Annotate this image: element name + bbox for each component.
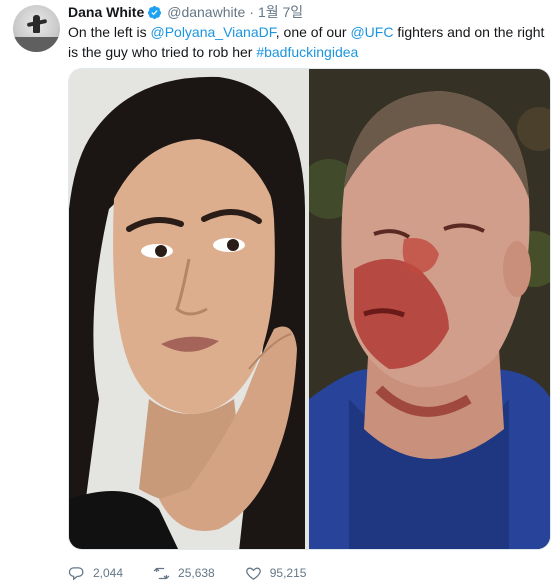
photo-fighter-illustration xyxy=(69,69,309,549)
retweet-count: 25,638 xyxy=(178,566,215,580)
mention-polyana[interactable]: @Polyana_VianaDF xyxy=(150,24,275,40)
separator-dot: · xyxy=(249,4,254,20)
reply-icon xyxy=(68,566,84,580)
photo-fighter[interactable] xyxy=(69,69,309,549)
tweet-timestamp[interactable]: 1월 7일 xyxy=(258,2,303,22)
author-handle[interactable]: @danawhite xyxy=(167,4,245,20)
verified-badge-icon xyxy=(148,5,162,19)
mention-ufc[interactable]: @UFC xyxy=(350,24,393,40)
retweet-icon xyxy=(153,567,170,579)
tweet-media[interactable] xyxy=(68,68,551,550)
author-name[interactable]: Dana White xyxy=(68,4,144,20)
like-button[interactable]: 95,215 xyxy=(245,565,307,582)
tweet-header: Dana White @danawhite · 1월 7일 xyxy=(68,2,303,22)
reply-button[interactable]: 2,044 xyxy=(68,565,123,582)
tweet-actions: 2,044 25,638 95,215 xyxy=(68,563,306,583)
heart-icon xyxy=(245,567,261,580)
photo-robber-illustration xyxy=(309,69,550,549)
avatar-ground xyxy=(13,37,60,52)
tweet-text-part1: On the left is xyxy=(68,24,151,40)
tweet-text-part2: , one of our xyxy=(275,24,351,40)
like-count: 95,215 xyxy=(269,566,307,580)
tweet-text: On the left is @Polyana_VianaDF, one of … xyxy=(68,22,548,62)
hashtag-link[interactable]: #badfuckingidea xyxy=(256,44,358,60)
reply-count: 2,044 xyxy=(93,566,124,580)
retweet-button[interactable]: 25,638 xyxy=(153,565,215,582)
photo-robber[interactable] xyxy=(309,69,550,549)
avatar[interactable] xyxy=(13,5,60,52)
